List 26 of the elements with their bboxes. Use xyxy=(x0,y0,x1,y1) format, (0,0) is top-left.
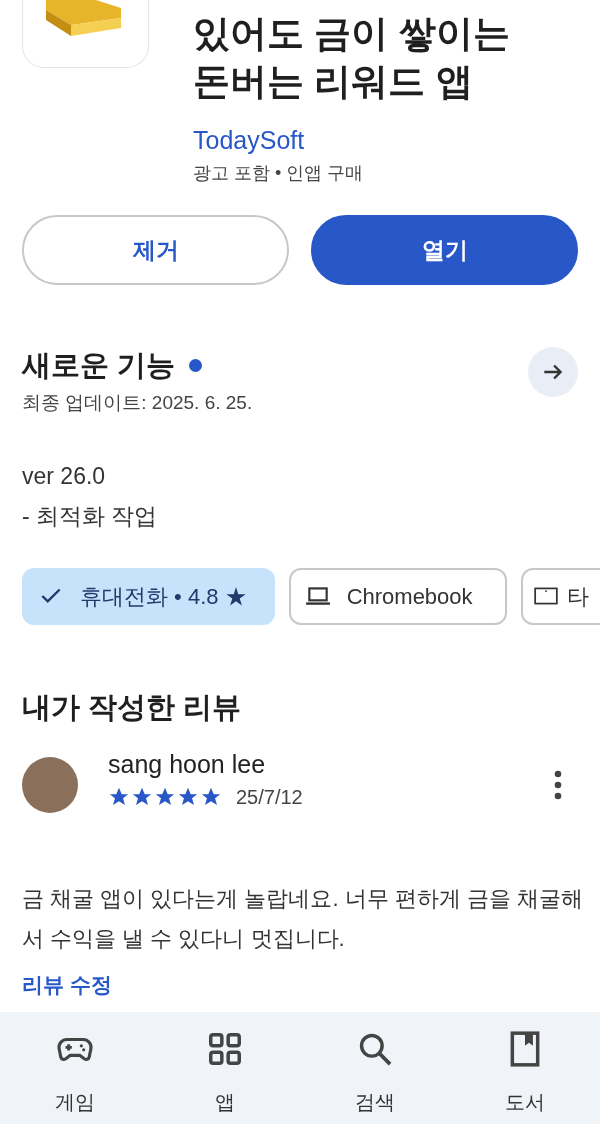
nav-tab[interactable]: 게임 xyxy=(0,1012,150,1124)
section-title: 새로운 기능 xyxy=(22,348,176,383)
release-note: - 최적화 작업 xyxy=(22,501,159,531)
edit-review-link[interactable]: 리뷰 수정 xyxy=(22,970,112,999)
update-date: 최종 업데이트: 2025. 6. 25. xyxy=(22,391,253,415)
developer-link[interactable]: TodaySoft xyxy=(193,124,510,156)
open-button[interactable]: 열기 xyxy=(311,215,578,285)
review-text: 금 채굴 앱이 있다는게 놀랍네요. 너무 편하게 금을 채굴해서 수익을 낼 수 있다니 멋집니다. xyxy=(21,884,584,953)
release-note: ver 26.0 xyxy=(22,461,107,491)
more-options-icon[interactable] xyxy=(552,768,564,801)
section-title: 내가 작성한 리뷰 xyxy=(21,689,243,725)
nav-tab[interactable]: 도서 xyxy=(450,1012,600,1124)
app-notes: 광고 포함 • 인앱 구매 xyxy=(193,162,365,185)
arrow-button[interactable] xyxy=(528,347,578,397)
nav-tab[interactable]: 앱 xyxy=(150,1012,300,1124)
uninstall-button[interactable]: 제거 xyxy=(22,215,289,285)
app-title: 돈버는 리워드 앱 xyxy=(193,60,474,104)
apps-grid-icon xyxy=(206,1030,244,1068)
app-title: 있어도 금이 쌓이는 xyxy=(193,12,510,56)
reviewer-name: sang hoon lee xyxy=(108,748,267,780)
review-date: 25/7/12 xyxy=(236,784,303,810)
nav-tab[interactable]: 검색 xyxy=(300,1012,450,1124)
device-tab[interactable]: 타 xyxy=(520,567,600,625)
app-icon xyxy=(22,0,149,68)
device-tab[interactable]: 휴대전화 • 4.8 ★ xyxy=(22,567,275,625)
device-tab[interactable]: Chromebook xyxy=(288,567,507,625)
